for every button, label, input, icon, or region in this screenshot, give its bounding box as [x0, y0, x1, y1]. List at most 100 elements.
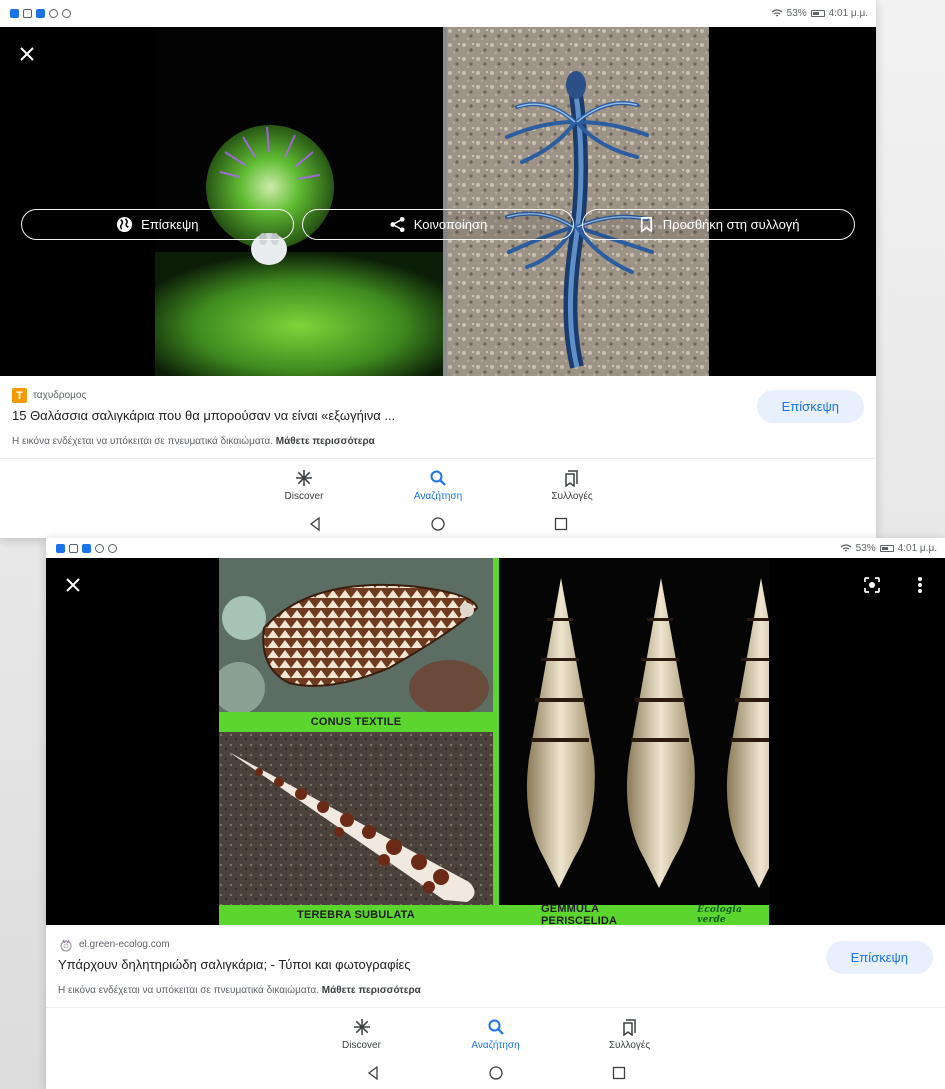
close-button[interactable] — [60, 572, 86, 598]
copyright-notice: Η εικόνα ενδέχεται να υπόκειται σε πνευμ… — [12, 436, 375, 447]
terebra-subulata-photo: TEREBRA SUBULATA — [219, 732, 493, 925]
nav-search-label: Αναζήτηση — [471, 1040, 520, 1051]
screenshot-bottom: 53% 4:01 μ.μ. CONUS TEXTILE TEREBRA SUBU… — [46, 538, 945, 1089]
learn-more-link[interactable]: Μάθετε περισσότερα — [276, 436, 375, 447]
lens-icon — [864, 577, 880, 593]
copyright-notice: Η εικόνα ενδέχεται να υπόκειται σε πνευμ… — [58, 985, 421, 996]
snail-favicon-icon — [58, 937, 73, 952]
nav-discover[interactable]: Discover — [237, 459, 371, 510]
back-triangle-icon — [367, 1066, 378, 1080]
system-navigation — [46, 1059, 945, 1087]
asterisk-icon — [353, 1019, 370, 1035]
more-vertical-icon — [918, 577, 922, 593]
source-name: el.green-ecolog.com — [79, 939, 170, 950]
result-info-panel: T ταχυδρομος 15 Θαλάσσια σαλιγκάρια που … — [0, 376, 876, 458]
site-favicon-icon: T — [12, 388, 27, 403]
chrome-icon — [62, 9, 71, 18]
lens-button[interactable] — [861, 574, 883, 596]
sea-slug-green-photo — [155, 27, 443, 376]
gallery-icon — [82, 543, 91, 553]
battery-icon — [810, 10, 825, 17]
visit-button[interactable]: Επίσκεψη — [825, 941, 933, 974]
recents-button[interactable] — [500, 510, 623, 538]
clock: 4:01 μ.μ. — [897, 542, 937, 554]
bottom-navigation: Discover Αναζήτηση Συλλογές — [0, 458, 876, 510]
learn-more-link[interactable]: Μάθετε περισσότερα — [322, 985, 421, 996]
rights-text: Η εικόνα ενδέχεται να υπόκειται σε πνευμ… — [58, 985, 319, 996]
clock: 4:01 μ.μ. — [828, 8, 868, 19]
wifi-icon — [840, 543, 852, 551]
recents-square-icon — [612, 1066, 625, 1080]
nav-collections[interactable]: Συλλογές — [563, 1008, 697, 1059]
collections-icon — [622, 1019, 636, 1036]
nav-collections[interactable]: Συλλογές — [505, 459, 639, 510]
close-icon — [66, 578, 80, 592]
battery-icon — [879, 544, 894, 552]
source[interactable]: el.green-ecolog.com — [58, 937, 170, 952]
nav-discover[interactable]: Discover — [295, 1008, 429, 1059]
visit-chip-label: Επίσκεψη — [141, 217, 199, 232]
recents-button[interactable] — [557, 1059, 680, 1087]
image-viewer: Επίσκεψη Κοινοποίηση Προσθήκη στη συλλογ… — [0, 27, 876, 376]
app-notification-icon — [10, 9, 19, 18]
status-bar: 53% 4:01 μ.μ. — [46, 538, 945, 558]
mail-icon — [23, 9, 32, 18]
more-options-button[interactable] — [909, 574, 931, 596]
system-status: 53% 4:01 μ.μ. — [840, 543, 937, 554]
asterisk-icon — [296, 470, 312, 486]
status-bar: 53% 4:01 μ.μ. — [0, 0, 876, 27]
close-icon — [20, 47, 34, 61]
home-circle-icon — [488, 1066, 503, 1080]
result-title[interactable]: 15 Θαλάσσια σαλιγκάρια που θα μπορούσαν … — [12, 408, 395, 423]
vpn-icon — [49, 9, 58, 18]
battery-percent: 53% — [786, 8, 807, 19]
nav-collections-label: Συλλογές — [608, 1040, 651, 1051]
action-chips: Επίσκεψη Κοινοποίηση Προσθήκη στη συλλογ… — [21, 209, 856, 240]
back-button[interactable] — [254, 510, 377, 538]
gemmula-periscelida-text: GEMMULA PERISCELIDA — [541, 903, 618, 925]
image-viewer: CONUS TEXTILE TEREBRA SUBULATA GEMMULA P… — [46, 558, 945, 925]
nav-search[interactable]: Αναζήτηση — [371, 459, 505, 510]
bottom-navigation: Discover Αναζήτηση Συλλογές — [46, 1007, 945, 1059]
viewer-tools — [861, 574, 931, 596]
source-name: ταχυδρομος — [33, 390, 87, 401]
nav-search[interactable]: Αναζήτηση — [429, 1008, 563, 1059]
home-button[interactable] — [434, 1059, 557, 1087]
back-triangle-icon — [309, 517, 320, 531]
globe-icon — [117, 216, 133, 233]
nav-collections-label: Συλλογές — [551, 491, 593, 502]
screenshot-top: 53% 4:01 μ.μ. Επίσκεψη Κοινοποίηση Προσθ… — [0, 0, 876, 538]
gallery-icon — [36, 9, 45, 18]
search-icon — [430, 470, 446, 486]
rights-text: Η εικόνα ενδέχεται να υπόκειται σε πνευμ… — [12, 436, 273, 447]
conus-textile-photo: CONUS TEXTILE — [219, 558, 493, 732]
close-button[interactable] — [14, 41, 40, 67]
nav-search-label: Αναζήτηση — [413, 491, 463, 502]
nav-discover-label: Discover — [342, 1040, 381, 1051]
recents-square-icon — [554, 517, 568, 531]
add-to-collection-chip-label: Προσθήκη στη συλλογή — [662, 217, 800, 232]
visit-chip[interactable]: Επίσκεψη — [21, 209, 294, 240]
notification-icons — [56, 543, 117, 553]
vpn-icon — [95, 543, 104, 553]
home-button[interactable] — [377, 510, 500, 538]
gemmula-periscelida-label: GEMMULA PERISCELIDA Ecologia verde — [499, 903, 769, 925]
battery-percent: 53% — [855, 542, 876, 554]
system-navigation — [0, 510, 876, 538]
sea-slug-blue-photo — [447, 27, 709, 376]
share-chip[interactable]: Κοινοποίηση — [301, 209, 575, 240]
result-title[interactable]: Υπάρχουν δηλητηριώδη σαλιγκάρια; - Τύποι… — [58, 957, 411, 972]
source[interactable]: T ταχυδρομος — [12, 388, 86, 403]
search-icon — [488, 1019, 504, 1035]
terebra-subulata-label: TEREBRA SUBULATA — [219, 905, 493, 925]
chrome-icon — [108, 543, 117, 553]
add-to-collection-chip[interactable]: Προσθήκη στη συλλογή — [582, 209, 856, 240]
notification-icons — [10, 9, 71, 18]
conus-textile-label: CONUS TEXTILE — [219, 712, 493, 732]
visit-button[interactable]: Επίσκεψη — [756, 390, 864, 423]
nav-discover-label: Discover — [284, 491, 324, 502]
wifi-icon — [771, 9, 783, 17]
mail-icon — [69, 543, 78, 553]
back-button[interactable] — [311, 1059, 434, 1087]
home-circle-icon — [431, 517, 445, 531]
